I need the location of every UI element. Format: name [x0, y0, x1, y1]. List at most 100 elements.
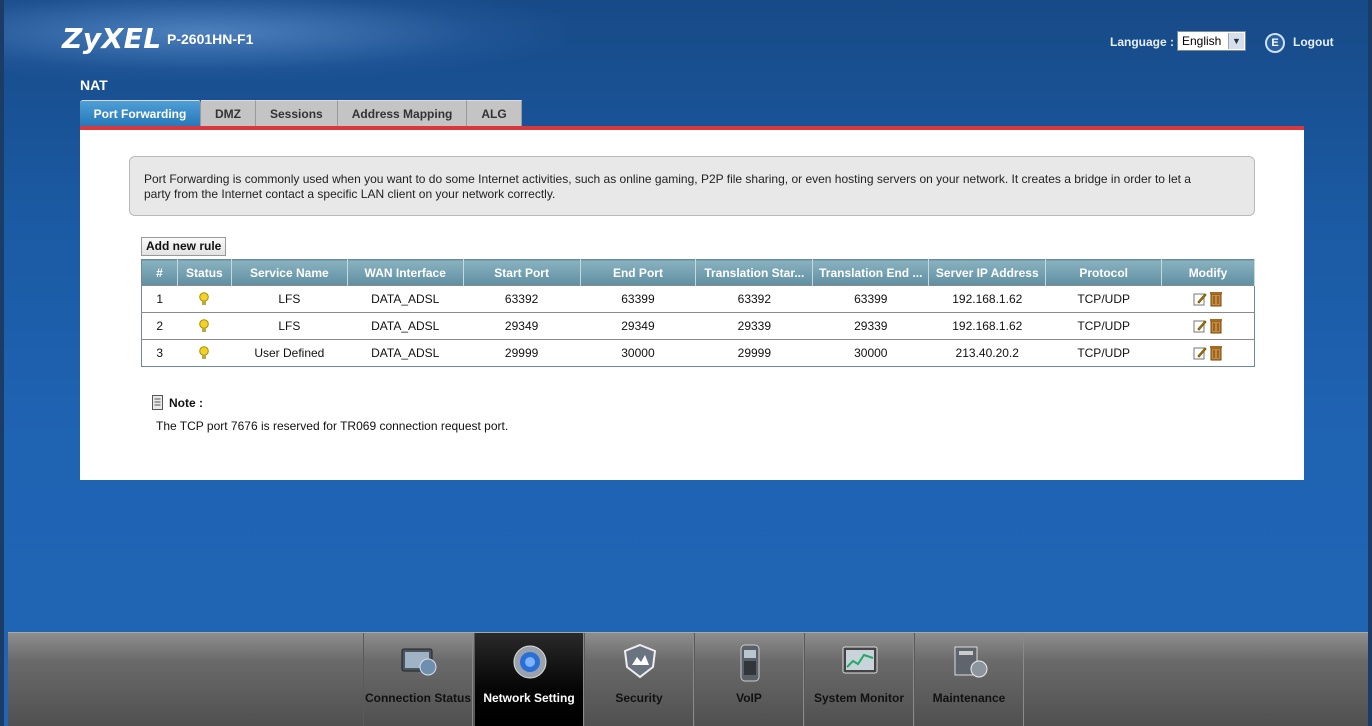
edit-icon[interactable] [1193, 319, 1207, 333]
table-cell: 29999 [695, 339, 813, 367]
table-cell: 29999 [463, 339, 581, 367]
status-cell [177, 339, 232, 367]
nav-label: Network Setting [483, 691, 575, 705]
bottom-nav: Connection Status Network Setting Securi… [8, 632, 1368, 726]
delete-icon[interactable] [1209, 345, 1223, 361]
column-header[interactable]: # [141, 259, 178, 286]
status-cell [177, 312, 232, 340]
modify-cell [1161, 285, 1255, 313]
status-cell [177, 285, 232, 313]
info-line-2: party from the Internet contact a specif… [144, 187, 556, 201]
nav-voip[interactable]: VoIP [694, 633, 804, 726]
modify-actions [1193, 345, 1223, 361]
language-label: Language : [1110, 35, 1175, 49]
table-cell: 1 [141, 285, 178, 313]
bulb-icon [199, 292, 210, 306]
nav-connection-status[interactable]: Connection Status [363, 633, 473, 726]
table-cell: DATA_ADSL [347, 285, 464, 313]
voip-icon [740, 644, 760, 682]
delete-icon[interactable] [1209, 318, 1223, 334]
tab-dmz[interactable]: DMZ [201, 100, 256, 126]
table-cell: 29339 [812, 312, 929, 340]
table-cell: 192.168.1.62 [928, 285, 1046, 313]
table-cell: LFS [231, 312, 348, 340]
column-header[interactable]: Modify [1161, 259, 1255, 286]
nav-label: System Monitor [813, 691, 904, 705]
column-header[interactable]: Translation End ... [812, 259, 930, 286]
note-text: The TCP port 7676 is reserved for TR069 … [156, 419, 509, 433]
bulb-icon [199, 319, 210, 333]
note-label: Note : [169, 396, 203, 410]
delete-icon[interactable] [1209, 291, 1223, 307]
tab-port-forwarding[interactable]: Port Forwarding [80, 100, 201, 126]
zyxel-logo: ZyXEL [62, 22, 162, 55]
port-forwarding-table: # Status Service Name WAN Interface Star… [141, 259, 1255, 367]
column-header[interactable]: Start Port [463, 259, 581, 286]
table-cell: 63392 [695, 285, 813, 313]
modify-actions [1193, 318, 1223, 334]
table-cell: TCP/UDP [1045, 285, 1162, 313]
bulb-icon [199, 346, 210, 360]
network-setting-icon [513, 645, 547, 679]
table-cell: DATA_ADSL [347, 339, 464, 367]
table-cell: 30000 [580, 339, 696, 367]
table-cell: 30000 [812, 339, 929, 367]
column-header[interactable]: Status [177, 259, 232, 286]
model-name: P-2601HN-F1 [167, 31, 254, 47]
page-title: NAT [80, 77, 108, 93]
column-header[interactable]: Protocol [1045, 259, 1163, 286]
table-row: 2 LFS DATA_ADSL 29349 29349 29339 29339 192.168… [141, 312, 1255, 340]
table-row: 3 User Defined DATA_ADSL 29999 30000 29999 300… [141, 339, 1255, 367]
nav-maintenance[interactable]: Maintenance [914, 633, 1024, 726]
table-cell: TCP/UDP [1045, 339, 1162, 367]
router-admin-screen: ZyXEL P-2601HN-F1 Language : English ▼ E… [0, 0, 1372, 726]
column-header[interactable]: WAN Interface [347, 259, 464, 286]
language-select[interactable]: English ▼ [1177, 31, 1246, 51]
edit-icon[interactable] [1193, 292, 1207, 306]
table-cell: 3 [141, 339, 178, 367]
content-panel: Port Forwarding is commonly used when yo… [80, 130, 1304, 480]
language-value: English [1182, 34, 1222, 48]
nav-label: Security [615, 691, 663, 705]
table-cell: TCP/UDP [1045, 312, 1162, 340]
logout-icon[interactable]: E [1265, 33, 1285, 53]
modify-actions [1193, 291, 1223, 307]
system-monitor-icon [842, 646, 878, 674]
table-cell: 29339 [695, 312, 813, 340]
logout-link[interactable]: Logout [1293, 35, 1334, 49]
column-header[interactable]: Translation Star... [695, 259, 814, 286]
table-cell: 2 [141, 312, 178, 340]
column-header[interactable]: End Port [580, 259, 697, 286]
edit-icon[interactable] [1193, 346, 1207, 360]
table-cell: 192.168.1.62 [928, 312, 1046, 340]
nav-label: Maintenance [932, 691, 1006, 705]
column-header[interactable]: Service Name [231, 259, 348, 286]
maintenance-icon [954, 646, 988, 678]
table-cell: 213.40.20.2 [928, 339, 1046, 367]
nav-network-setting[interactable]: Network Setting [474, 633, 584, 726]
tab-address-mapping[interactable]: Address Mapping [337, 100, 468, 126]
info-box: Port Forwarding is commonly used when yo… [129, 156, 1255, 216]
nav-security[interactable]: Security [584, 633, 694, 726]
modify-cell [1161, 339, 1255, 367]
table-cell: LFS [231, 285, 348, 313]
table-body: 1 LFS DATA_ADSL 63392 63399 63392 63399 192.168… [141, 285, 1255, 367]
table-header-row: # Status Service Name WAN Interface Star… [141, 259, 1255, 286]
table-cell: 63399 [580, 285, 696, 313]
tab-sessions[interactable]: Sessions [256, 100, 338, 126]
table-row: 1 LFS DATA_ADSL 63392 63399 63392 63399 192.168… [141, 285, 1255, 313]
column-header[interactable]: Server IP Address [928, 259, 1047, 286]
tab-alg[interactable]: ALG [467, 100, 522, 126]
table-cell: DATA_ADSL [347, 312, 464, 340]
info-line-1: Port Forwarding is commonly used when yo… [144, 172, 1191, 186]
table-cell: User Defined [231, 339, 348, 367]
table-cell: 63392 [463, 285, 581, 313]
nav-label: Connection Status [364, 691, 471, 705]
table-cell: 29349 [580, 312, 696, 340]
nat-tabs: Port Forwarding DMZ Sessions Address Map… [80, 100, 522, 126]
note-icon [152, 395, 163, 410]
add-new-rule-button[interactable]: Add new rule [141, 237, 227, 256]
connection-status-icon [401, 648, 437, 676]
security-icon [623, 643, 657, 679]
nav-system-monitor[interactable]: System Monitor [804, 633, 914, 726]
